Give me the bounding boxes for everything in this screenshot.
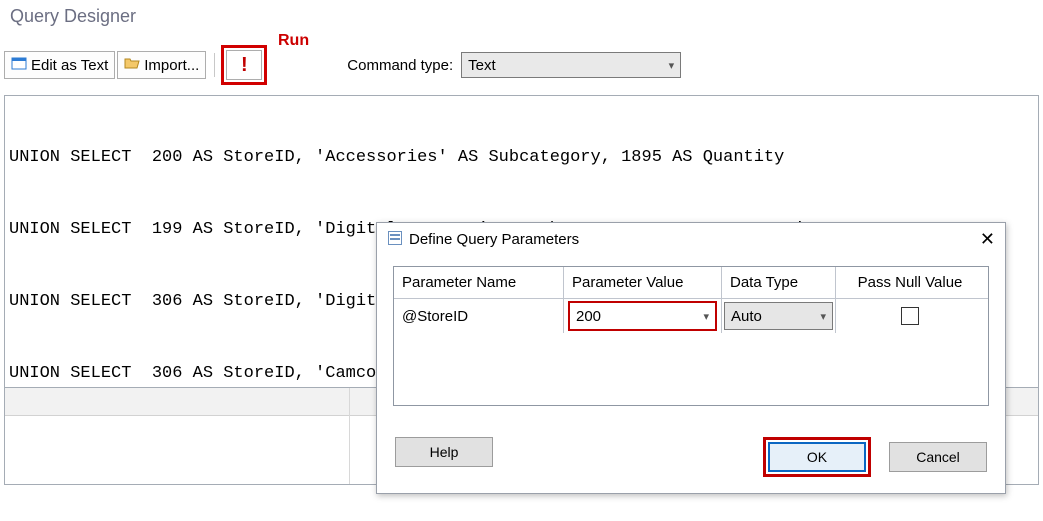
toolbar: Edit as Text Import... ! Command type: T… xyxy=(0,45,1043,85)
exclamation-icon: ! xyxy=(241,54,248,77)
help-label: Help xyxy=(430,444,459,460)
run-highlight-box: ! xyxy=(221,45,267,85)
dialog-icon xyxy=(387,230,403,249)
edit-as-text-label: Edit as Text xyxy=(31,57,108,74)
param-name-cell[interactable]: @StoreID xyxy=(394,299,564,333)
param-value-cell: 200 ▾ xyxy=(564,299,722,333)
results-column-header[interactable] xyxy=(5,388,349,416)
window-title: Query Designer xyxy=(0,0,1043,31)
edit-as-text-button[interactable]: Edit as Text xyxy=(4,51,115,79)
col-parameter-name[interactable]: Parameter Name xyxy=(394,267,564,298)
dialog-title: Define Query Parameters xyxy=(409,231,579,248)
parameter-row: @StoreID 200 ▾ Auto ▾ xyxy=(394,299,988,333)
pass-null-checkbox[interactable] xyxy=(901,307,919,325)
sql-line: UNION SELECT 200 AS StoreID, 'Accessorie… xyxy=(9,146,1034,170)
folder-open-icon xyxy=(124,56,140,74)
ok-button[interactable]: OK xyxy=(768,442,866,472)
col-parameter-value[interactable]: Parameter Value xyxy=(564,267,722,298)
param-value-text: 200 xyxy=(576,308,601,325)
define-parameters-dialog: Define Query Parameters ✕ Parameter Name… xyxy=(376,222,1006,494)
run-button[interactable]: ! xyxy=(226,50,262,80)
ok-label: OK xyxy=(807,449,827,465)
param-value-input[interactable]: 200 ▾ xyxy=(568,301,717,331)
import-button[interactable]: Import... xyxy=(117,51,206,79)
command-type-value: Text xyxy=(468,57,496,74)
parameter-grid: Parameter Name Parameter Value Data Type… xyxy=(393,266,989,406)
toolbar-separator xyxy=(214,53,215,77)
ok-highlight-box: OK xyxy=(763,437,871,477)
col-pass-null[interactable]: Pass Null Value xyxy=(836,267,984,298)
chevron-down-icon: ▾ xyxy=(669,59,675,72)
data-type-value: Auto xyxy=(731,308,762,325)
data-type-select[interactable]: Auto ▾ xyxy=(724,302,833,330)
import-label: Import... xyxy=(144,57,199,74)
cancel-button[interactable]: Cancel xyxy=(889,442,987,472)
command-type-label: Command type: xyxy=(347,57,453,74)
pass-null-cell xyxy=(836,299,984,333)
col-data-type[interactable]: Data Type xyxy=(722,267,836,298)
dialog-titlebar: Define Query Parameters ✕ xyxy=(377,223,1005,256)
dialog-button-bar: Help OK Cancel xyxy=(377,425,1005,493)
run-annotation: Run xyxy=(278,32,309,50)
help-button[interactable]: Help xyxy=(395,437,493,467)
cancel-label: Cancel xyxy=(916,449,960,465)
close-icon[interactable]: ✕ xyxy=(980,229,995,250)
param-type-cell: Auto ▾ xyxy=(722,299,836,333)
sql-icon xyxy=(11,56,27,74)
chevron-down-icon: ▾ xyxy=(820,310,826,323)
chevron-down-icon: ▾ xyxy=(703,310,709,323)
command-type-select[interactable]: Text ▾ xyxy=(461,52,681,78)
